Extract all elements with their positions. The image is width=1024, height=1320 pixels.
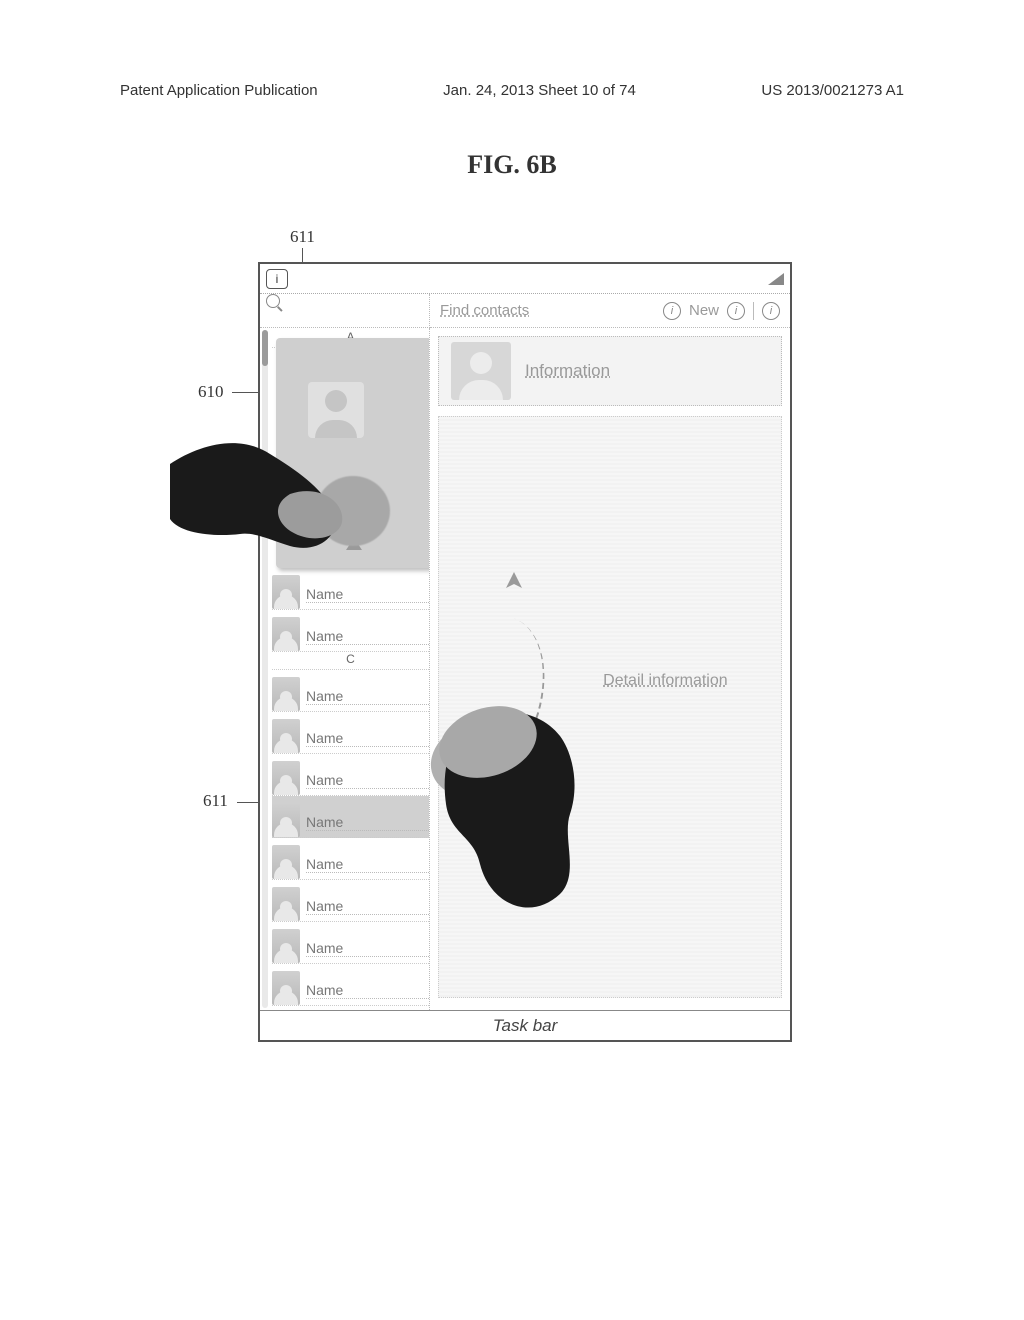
alpha-header-c: C bbox=[272, 652, 429, 670]
task-bar[interactable]: Task bar bbox=[260, 1010, 790, 1040]
list-item[interactable]: Name bbox=[272, 1006, 429, 1010]
right-header: Find contacts i New i i bbox=[430, 294, 790, 328]
info-icon-3[interactable]: i bbox=[762, 302, 780, 320]
list-item[interactable]: Name bbox=[272, 964, 429, 1006]
contact-summary-card[interactable]: Information bbox=[438, 336, 782, 406]
task-bar-label: Task bar bbox=[493, 1016, 558, 1036]
avatar-icon bbox=[272, 719, 300, 753]
card-info-label: Information bbox=[525, 361, 610, 381]
contact-name: Name bbox=[306, 982, 429, 999]
gesture-arrow-icon bbox=[504, 570, 524, 599]
status-info-icon[interactable]: i bbox=[266, 269, 288, 289]
list-item-selected[interactable]: Name bbox=[272, 796, 429, 838]
avatar-icon bbox=[272, 845, 300, 879]
status-bar: i bbox=[260, 264, 790, 294]
signal-icon bbox=[768, 273, 784, 285]
list-item[interactable]: Name bbox=[272, 922, 429, 964]
contact-name: Name bbox=[306, 628, 429, 645]
avatar-icon bbox=[272, 887, 300, 921]
list-item[interactable]: Name bbox=[272, 610, 429, 652]
new-button[interactable]: New bbox=[689, 302, 719, 319]
contact-name: Name bbox=[306, 940, 429, 957]
status-info-label: i bbox=[276, 272, 279, 286]
avatar-icon bbox=[272, 803, 300, 837]
ref-label-610: 610 bbox=[198, 382, 224, 402]
toolbar: Find contacts i New i i bbox=[260, 294, 790, 328]
figure-title: FIG. 6B bbox=[0, 150, 1024, 180]
header-left: Patent Application Publication bbox=[120, 82, 318, 99]
lead-line-610 bbox=[232, 392, 258, 393]
search-icon[interactable] bbox=[266, 294, 280, 308]
avatar-icon bbox=[272, 929, 300, 963]
list-item[interactable]: Name bbox=[272, 838, 429, 880]
divider bbox=[753, 302, 754, 320]
avatar-icon bbox=[272, 677, 300, 711]
hand-left-icon bbox=[170, 424, 370, 594]
avatar-icon bbox=[272, 617, 300, 651]
page-header: Patent Application Publication Jan. 24, … bbox=[120, 82, 904, 99]
list-item[interactable]: Name bbox=[272, 880, 429, 922]
search-input[interactable]: Find contacts bbox=[440, 302, 529, 319]
info-icon-1[interactable]: i bbox=[663, 302, 681, 320]
avatar-icon bbox=[272, 971, 300, 1005]
info-icon-2[interactable]: i bbox=[727, 302, 745, 320]
hand-right-icon bbox=[410, 684, 650, 924]
header-center: Jan. 24, 2013 Sheet 10 of 74 bbox=[443, 82, 636, 99]
ref-label-611-mid: 611 bbox=[203, 791, 228, 811]
avatar-icon bbox=[272, 761, 300, 795]
header-right: US 2013/0021273 A1 bbox=[761, 82, 904, 99]
scrollbar-thumb[interactable] bbox=[262, 330, 268, 366]
card-avatar-icon bbox=[451, 342, 511, 400]
search-column-header bbox=[260, 294, 430, 328]
ref-label-611-top: 611 bbox=[290, 227, 315, 247]
